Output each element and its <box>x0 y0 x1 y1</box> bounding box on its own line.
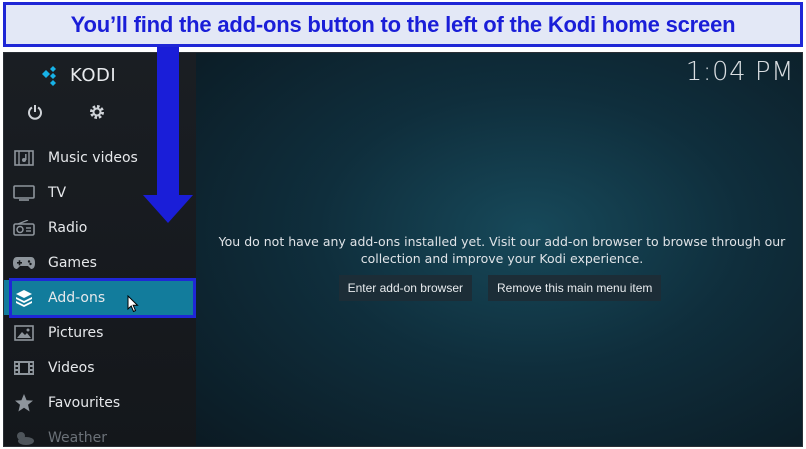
annotation-arrow-head <box>143 195 193 223</box>
menu-item-weather[interactable]: Weather <box>4 420 196 447</box>
menu-item-label: Pictures <box>48 324 104 341</box>
mouse-cursor-icon <box>127 294 139 317</box>
tv-icon <box>11 182 37 204</box>
menu-item-label: Videos <box>48 359 95 376</box>
power-icon[interactable] <box>24 101 46 123</box>
menu-item-label: Games <box>48 254 97 271</box>
menu-item-favourites[interactable]: Favourites <box>4 385 196 420</box>
menu-item-label: Radio <box>48 219 88 236</box>
addons-box-icon <box>11 287 37 309</box>
gamepad-icon <box>11 252 37 274</box>
menu-item-pictures[interactable]: Pictures <box>4 315 196 350</box>
clock: 1:04 PM <box>685 57 794 87</box>
star-icon <box>11 392 37 414</box>
annotation-banner: You’ll find the add-ons button to the le… <box>3 2 803 47</box>
enter-addon-browser-button[interactable]: Enter add-on browser <box>338 275 472 301</box>
picture-icon <box>11 322 37 344</box>
menu-item-label: Music videos <box>48 149 138 166</box>
menu-item-label: TV <box>48 184 67 201</box>
gear-icon[interactable] <box>86 101 108 123</box>
music-video-icon <box>11 147 37 169</box>
empty-addons-message: You do not have any add-ons installed ye… <box>218 234 786 266</box>
banner-text: You’ll find the add-ons button to the le… <box>70 11 736 37</box>
radio-icon <box>11 217 37 239</box>
menu-item-label: Favourites <box>48 394 121 411</box>
menu-item-label: Weather <box>48 429 107 446</box>
weather-icon <box>11 427 37 447</box>
kodi-window: KODI Music videos TV Radio Games Add-ons… <box>3 52 803 447</box>
film-icon <box>11 357 37 379</box>
annotation-arrow <box>157 47 179 197</box>
menu-item-games[interactable]: Games <box>4 245 196 280</box>
menu-item-label: Add-ons <box>48 289 106 306</box>
kodi-logo-icon <box>40 65 66 86</box>
main-content: 1:04 PM You do not have any add-ons inst… <box>196 53 802 446</box>
kodi-logo: KODI <box>40 65 116 86</box>
app-name: KODI <box>70 65 117 86</box>
menu-item-videos[interactable]: Videos <box>4 350 196 385</box>
menu-item-add-ons[interactable]: Add-ons <box>4 280 196 315</box>
remove-menu-item-button[interactable]: Remove this main menu item <box>488 275 662 301</box>
